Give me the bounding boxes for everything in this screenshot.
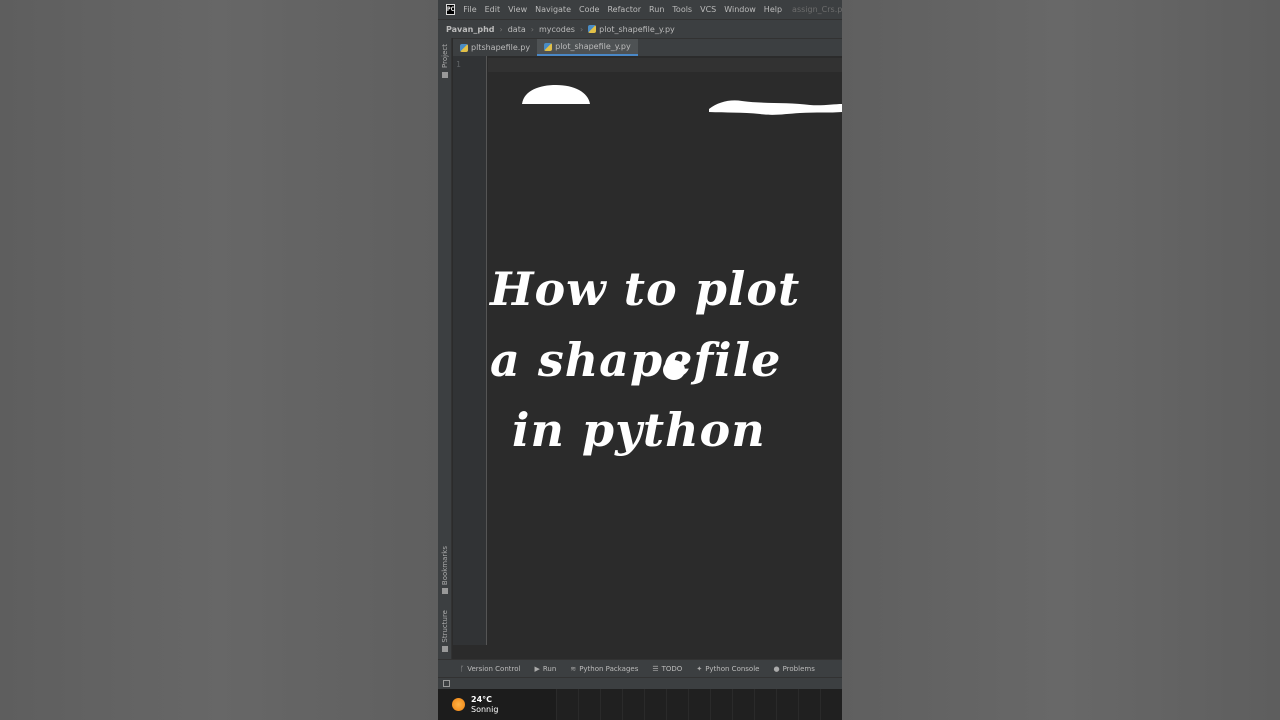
bottom-tool-bar: ᚴ Version Control ▶ Run ≋ Python Package… [438, 659, 842, 677]
windows-taskbar: 24°C Sonnig [438, 689, 842, 720]
tab-plot-shapefile-y[interactable]: plot_shapefile_y.py [537, 39, 638, 56]
menu-bar: PC File Edit View Navigate Code Refactor… [438, 0, 842, 19]
python-file-icon [544, 42, 553, 51]
breadcrumb-separator: › [530, 24, 534, 34]
structure-tool-button[interactable]: Structure [441, 610, 449, 643]
menu-edit[interactable]: Edit [485, 5, 501, 14]
code-editor[interactable] [488, 56, 842, 645]
list-icon: ☰ [652, 664, 659, 673]
problems-button[interactable]: ● Problems [773, 665, 814, 673]
current-line-highlight [488, 58, 842, 72]
menu-navigate[interactable]: Navigate [535, 5, 571, 14]
pycharm-logo-icon: PC [446, 4, 456, 15]
folder-icon [442, 72, 448, 78]
taskbar-app-icons [556, 689, 842, 720]
structure-icon [442, 646, 448, 652]
ide-window: PC File Edit View Navigate Code Refactor… [438, 0, 842, 720]
taskbar-app-icon[interactable] [820, 689, 842, 720]
taskbar-app-icon[interactable] [600, 689, 622, 720]
blurred-background-left [0, 0, 438, 720]
menu-window[interactable]: Window [724, 5, 756, 14]
layers-icon: ≋ [570, 664, 577, 673]
version-control-button[interactable]: ᚴ Version Control [460, 665, 520, 673]
breadcrumb-separator: › [579, 24, 584, 34]
layout-toggle-icon[interactable] [443, 680, 450, 687]
taskbar-app-icon[interactable] [622, 689, 644, 720]
tool-label: Version Control [467, 664, 521, 673]
menu-refactor[interactable]: Refactor [607, 5, 641, 14]
project-tool-button[interactable]: Project [441, 44, 449, 68]
tab-pltshapefile[interactable]: pltshapefile.py [453, 39, 537, 56]
python-console-button[interactable]: ✦ Python Console [696, 665, 759, 673]
bookmark-icon [442, 588, 448, 594]
todo-button[interactable]: ☰ TODO [652, 665, 682, 673]
tool-label: Python Packages [579, 664, 639, 673]
line-number: 1 [456, 60, 461, 69]
taskbar-app-icon[interactable] [798, 689, 820, 720]
menu-code[interactable]: Code [579, 5, 599, 14]
taskbar-app-icon[interactable] [556, 689, 578, 720]
python-icon: ✦ [696, 664, 703, 673]
taskbar-app-icon[interactable] [666, 689, 688, 720]
menu-file[interactable]: File [463, 5, 476, 14]
bookmarks-tool-button[interactable]: Bookmarks [441, 546, 449, 585]
editor-gutter: 1 [453, 56, 487, 645]
taskbar-app-icon[interactable] [578, 689, 600, 720]
info-icon: ● [773, 664, 780, 673]
taskbar-app-icon[interactable] [776, 689, 798, 720]
breadcrumb-folder-mycodes[interactable]: mycodes [539, 25, 575, 34]
taskbar-app-icon[interactable] [732, 689, 754, 720]
window-title: assign_Crs.py - p [792, 5, 842, 14]
taskbar-app-icon[interactable] [754, 689, 776, 720]
menu-help[interactable]: Help [764, 5, 782, 14]
weather-condition: Sonnig [471, 704, 499, 714]
python-file-icon [588, 25, 597, 33]
weather-widget[interactable]: 24°C Sonnig [471, 695, 498, 715]
status-bar [438, 677, 842, 689]
play-icon: ▶ [534, 664, 540, 673]
python-file-icon [460, 43, 468, 52]
breadcrumb-folder-data[interactable]: data [508, 25, 526, 34]
editor-tabs: pltshapefile.py plot_shapefile_y.py [453, 38, 842, 56]
tool-label: Python Console [705, 664, 760, 673]
taskbar-app-icon[interactable] [644, 689, 666, 720]
python-packages-button[interactable]: ≋ Python Packages [570, 665, 638, 673]
tab-label: plot_shapefile_y.py [555, 42, 631, 51]
sun-icon [452, 698, 465, 711]
menu-vcs[interactable]: VCS [700, 5, 716, 14]
left-tool-strip: Project Bookmarks Structure [438, 38, 452, 659]
tool-label: TODO [661, 664, 683, 673]
tool-label: Run [542, 664, 557, 673]
menu-run[interactable]: Run [649, 5, 664, 14]
breadcrumb-separator: › [499, 24, 503, 34]
run-button[interactable]: ▶ Run [534, 665, 556, 673]
breadcrumb: Pavan_phd › data › mycodes › plot_shapef… [438, 19, 842, 38]
taskbar-app-icon[interactable] [688, 689, 710, 720]
breadcrumb-project[interactable]: Pavan_phd [446, 25, 495, 34]
taskbar-app-icon[interactable] [710, 689, 732, 720]
breadcrumb-file[interactable]: plot_shapefile_y.py [599, 25, 675, 34]
branch-icon: ᚴ [460, 664, 465, 673]
weather-temperature: 24°C [471, 694, 493, 704]
blurred-background-right [842, 0, 1280, 720]
menu-view[interactable]: View [508, 5, 527, 14]
tab-label: pltshapefile.py [471, 43, 531, 52]
tool-label: Problems [782, 664, 815, 673]
menu-tools[interactable]: Tools [672, 5, 692, 14]
